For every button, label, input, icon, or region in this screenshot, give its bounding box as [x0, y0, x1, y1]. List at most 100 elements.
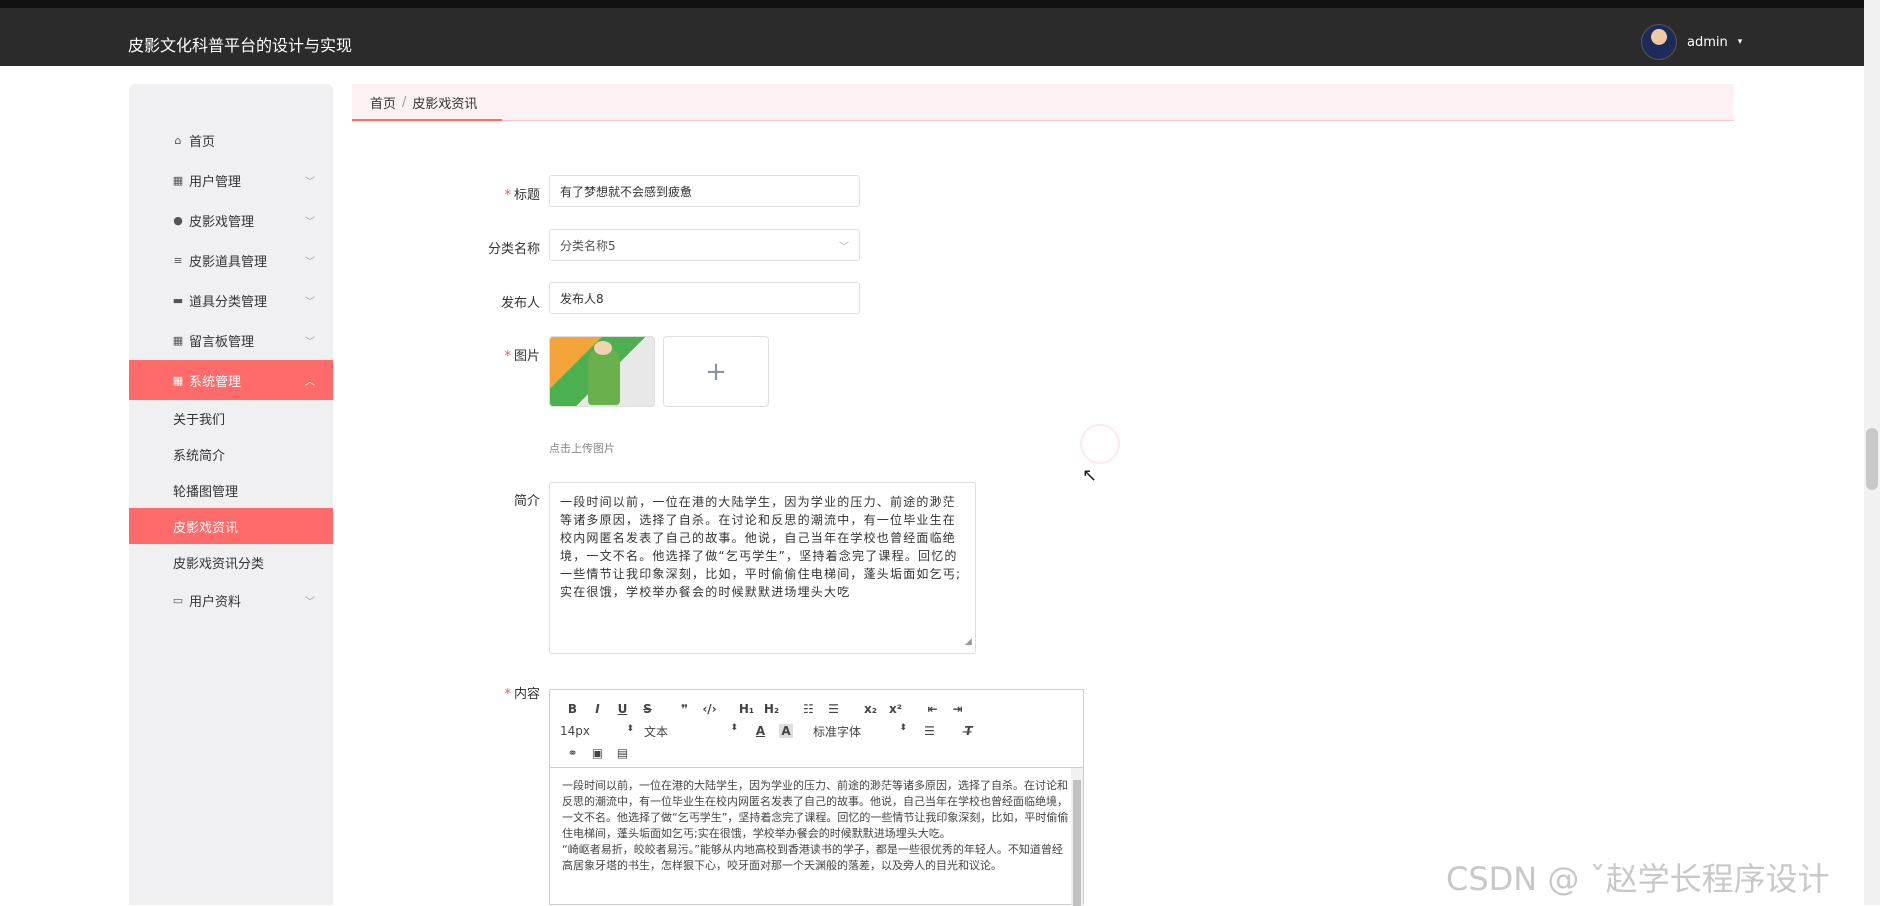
ordered-list-button[interactable]: ☷	[796, 702, 821, 716]
sidebar-item-label: 用户资料	[189, 594, 242, 610]
sidebar-item-label: 首页	[189, 134, 216, 150]
h2-button[interactable]: H₂	[759, 702, 784, 716]
sidebar-subitem-system-intro[interactable]: 系统简介	[129, 436, 333, 472]
message-icon: ▬	[172, 293, 184, 307]
sidebar-subitem-about[interactable]: 关于我们	[129, 400, 333, 436]
sidebar-item-label: 皮影戏管理	[189, 214, 255, 230]
uploaded-image-thumbnail[interactable]	[549, 336, 655, 407]
chevron-down-icon: ﹀	[305, 177, 315, 188]
image-label: * 图片	[504, 349, 540, 364]
chevron-down-icon: ﹀	[305, 257, 315, 268]
page-scrollbar-thumb[interactable]	[1866, 428, 1878, 490]
sidebar-item-system-management[interactable]: ▦ 系统管理 ︿	[129, 360, 333, 400]
summary-textarea[interactable]: 一段时间以前，一位在港的大陆学生，因为学业的压力、前途的渺茫等诸多原因，选择了自…	[549, 482, 976, 654]
breadcrumb-home[interactable]: 首页	[370, 93, 396, 112]
chevron-down-icon: ﹀	[305, 217, 315, 228]
loading-indicator	[1080, 424, 1120, 464]
resize-handle-icon[interactable]: ◢	[965, 633, 973, 651]
sidebar-subitem-news-category[interactable]: 皮影戏资讯分类	[129, 544, 333, 580]
mouse-cursor-icon: ↖	[1082, 465, 1098, 486]
avatar[interactable]	[1641, 24, 1677, 60]
editor-scrollbar-thumb[interactable]	[1073, 780, 1081, 906]
category-select[interactable]: 分类名称5 ﹀	[549, 229, 860, 261]
sidebar-item-props-management[interactable]: ≡ 皮影道具管理 ﹀	[129, 240, 333, 280]
link-icon[interactable]: ⚭	[560, 746, 585, 760]
sidebar-item-label: 系统管理	[189, 374, 242, 390]
sidebar-subitem-news[interactable]: 皮影戏资讯	[129, 508, 333, 544]
superscript-button[interactable]: x²	[883, 702, 908, 716]
image-icon[interactable]: ▣	[585, 746, 610, 760]
caret-down-icon[interactable]: ▾	[1738, 37, 1743, 47]
code-button[interactable]: ‹/›	[697, 702, 722, 716]
thumbnail-figure	[588, 347, 620, 405]
sidebar-item-prop-category[interactable]: ▬ 道具分类管理 ﹀	[129, 280, 333, 320]
grid-icon: ▦	[172, 373, 184, 387]
bold-button[interactable]: B	[560, 702, 585, 716]
sidebar-item-user-profile[interactable]: ▭ 用户资料 ﹀	[129, 580, 333, 620]
sidebar-item-user-management[interactable]: ▦ 用户管理 ﹀	[129, 160, 333, 200]
indent-button[interactable]: ⇥	[945, 702, 970, 716]
home-icon: ⌂	[174, 133, 182, 147]
text-type-select[interactable]: 文本 ⬍	[644, 723, 748, 740]
font-color-icon[interactable]: A	[748, 724, 773, 738]
clear-format-icon[interactable]: T̶	[956, 724, 981, 738]
video-icon[interactable]: ▤	[610, 746, 635, 760]
system-submenu: 关于我们 系统简介 轮播图管理 皮影戏资讯 皮影戏资讯分类	[129, 400, 333, 580]
thumbnail-head	[594, 341, 612, 355]
toolbar-row-3: ⚭ ▣ ▤	[560, 742, 1073, 764]
upload-hint: 点击上传图片	[549, 442, 615, 455]
editor-paragraph: 一段时间以前，一位在港的大陆学生，因为学业的压力、前途的渺茫等诸多原因，选择了自…	[562, 779, 1069, 840]
toolbar-row-2: 14px ⬍ 文本 ⬍ A A 标准字体 ⬍ ☰ T̶	[560, 720, 1073, 742]
updown-icon: ⬍	[899, 722, 907, 733]
sidebar-item-label: 道具分类管理	[189, 294, 268, 310]
editor-scrollbar[interactable]	[1071, 768, 1083, 906]
top-strip	[0, 0, 1880, 8]
category-label: 分类名称	[487, 242, 540, 257]
content-label: * 内容	[504, 687, 540, 702]
sidebar-item-shadow-play-management[interactable]: ● 皮影戏管理 ﹀	[129, 200, 333, 240]
chevron-up-icon: ︿	[305, 377, 315, 388]
font-size-select[interactable]: 14px ⬍	[560, 724, 644, 738]
list-icon: ≡	[173, 253, 183, 267]
sidebar-subitem-carousel[interactable]: 轮播图管理	[129, 472, 333, 508]
bullet-list-button[interactable]: ☰	[821, 702, 846, 716]
blockquote-button[interactable]: ❞	[672, 702, 697, 716]
breadcrumb: 首页 / 皮影戏资讯	[352, 84, 1734, 121]
top-navbar: 皮影文化科普平台的设计与实现 admin ▾	[0, 8, 1880, 66]
chevron-down-icon: ﹀	[305, 597, 315, 608]
outdent-button[interactable]: ⇤	[920, 702, 945, 716]
chevron-down-icon: ﹀	[305, 337, 315, 348]
plus-icon: +	[705, 356, 727, 387]
underline-button[interactable]: U	[610, 702, 635, 716]
background-color-icon[interactable]: A	[779, 724, 793, 738]
image-upload-button[interactable]: +	[663, 336, 769, 407]
summary-text: 一段时间以前，一位在港的大陆学生，因为学业的压力、前途的渺茫等诸多原因，选择了自…	[560, 495, 962, 599]
sidebar-item-home[interactable]: ⌂ 首页	[129, 120, 333, 160]
sidebar-item-message-board[interactable]: ▦ 留言板管理 ﹀	[129, 320, 333, 360]
card-icon: ▭	[172, 593, 184, 607]
italic-button[interactable]: I	[585, 702, 610, 716]
publisher-input[interactable]: 发布人8	[549, 282, 860, 314]
editor-content[interactable]: 一段时间以前，一位在港的大陆学生，因为学业的压力、前途的渺茫等诸多原因，选择了自…	[550, 768, 1083, 906]
updown-icon: ⬍	[626, 724, 634, 734]
sidebar-item-label: 皮影道具管理	[189, 254, 268, 270]
breadcrumb-separator: /	[402, 94, 407, 110]
user-menu[interactable]: admin ▾	[1641, 24, 1742, 60]
sidebar-item-label: 留言板管理	[189, 334, 255, 350]
chevron-down-icon: ﹀	[839, 242, 849, 253]
align-icon[interactable]: ☰	[917, 724, 942, 738]
chevron-down-icon: ﹀	[305, 297, 315, 308]
sidebar-item-label: 用户管理	[189, 174, 242, 190]
h1-button[interactable]: H₁	[734, 702, 759, 716]
publisher-label: 发布人	[500, 296, 540, 311]
rich-text-editor[interactable]: B I U S ❞ ‹/› H₁ H₂ ☷ ☰ x₂ x² ⇤ ⇥ 14px ⬍…	[549, 689, 1084, 906]
subscript-button[interactable]: x₂	[858, 702, 883, 716]
editor-toolbar: B I U S ❞ ‹/› H₁ H₂ ☷ ☰ x₂ x² ⇤ ⇥ 14px ⬍…	[550, 690, 1083, 768]
updown-icon: ⬍	[730, 722, 738, 733]
username[interactable]: admin	[1687, 35, 1728, 50]
title-input[interactable]: 有了梦想就不会感到疲惫	[549, 175, 860, 207]
sidebar: ⌂ 首页 ▦ 用户管理 ﹀ ● 皮影戏管理 ﹀ ≡ 皮影道具管理 ﹀ ▬ 道具分…	[129, 84, 333, 905]
font-family-select[interactable]: 标准字体 ⬍	[813, 723, 917, 740]
watermark: CSDN @ ˇ赵学长程序设计	[1446, 860, 1830, 898]
strike-button[interactable]: S	[635, 702, 660, 716]
